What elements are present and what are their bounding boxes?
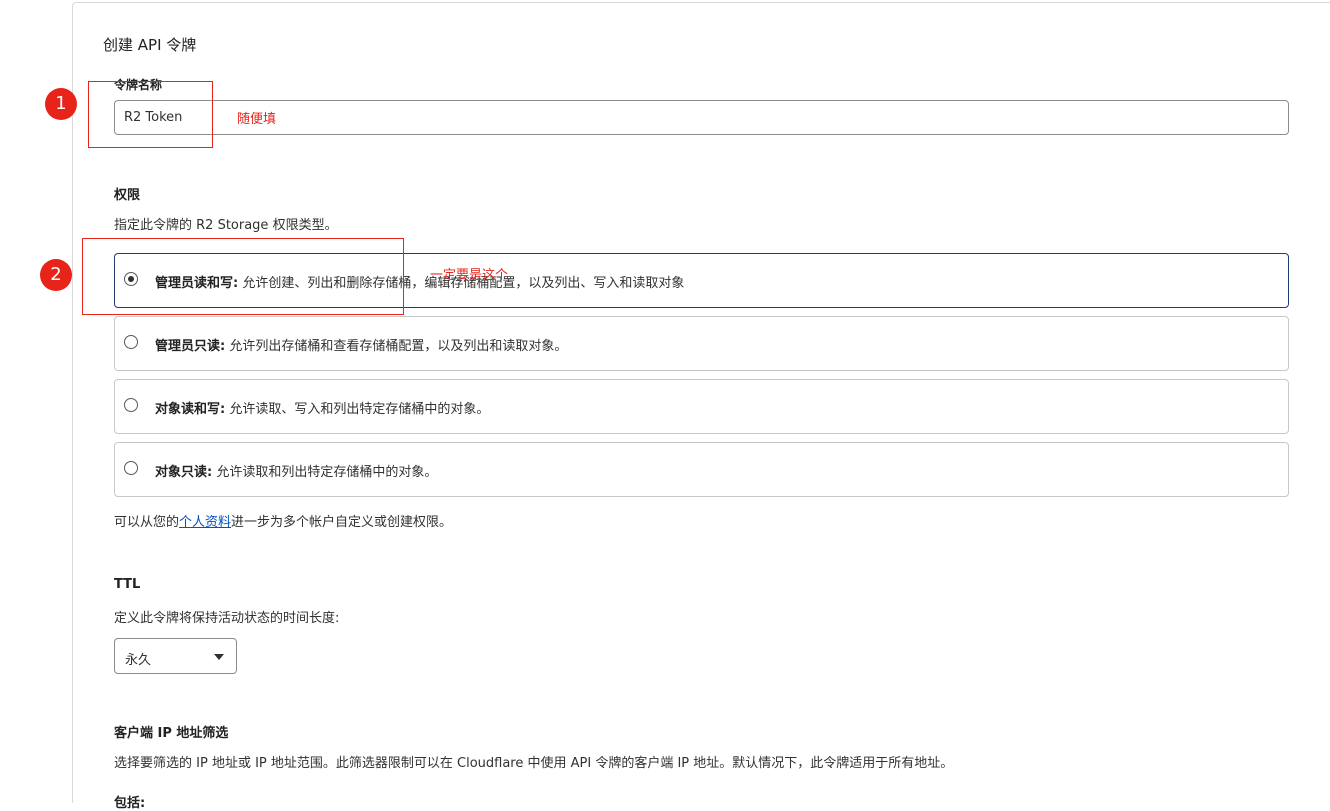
- token-name-input[interactable]: [114, 100, 1289, 135]
- annotation-note-1: 随便填: [237, 112, 277, 127]
- option-text: 对象只读: 允许读取和列出特定存储桶中的对象。: [155, 465, 438, 480]
- radio-unselected-icon[interactable]: [124, 398, 138, 412]
- annotation-note-2: 一定要是这个: [430, 268, 509, 283]
- profile-link[interactable]: 个人资料: [179, 515, 231, 530]
- caret-down-icon: [214, 654, 224, 660]
- permissions-heading: 权限: [114, 188, 141, 203]
- permission-option-admin-read-only[interactable]: 管理员只读: 允许列出存储桶和查看存储桶配置，以及列出和读取对象。: [114, 316, 1289, 371]
- client-ip-description: 选择要筛选的 IP 地址或 IP 地址范围。此筛选器限制可以在 Cloudfla…: [114, 756, 954, 771]
- ttl-selected-value: 永久: [125, 653, 152, 668]
- token-name-label: 令牌名称: [114, 78, 163, 92]
- annotation-marker-2: 2: [40, 259, 72, 291]
- permission-option-object-read-only[interactable]: 对象只读: 允许读取和列出特定存储桶中的对象。: [114, 442, 1289, 497]
- option-text: 管理员读和写: 允许创建、列出和删除存储桶，编辑存储桶配置，以及列出、写入和读取…: [155, 276, 685, 291]
- annotation-marker-1: 1: [45, 88, 77, 120]
- ttl-select[interactable]: 永久: [114, 638, 237, 674]
- page-title: 创建 API 令牌: [103, 36, 197, 54]
- permissions-description: 指定此令牌的 R2 Storage 权限类型。: [114, 218, 338, 233]
- option-text: 管理员只读: 允许列出存储桶和查看存储桶配置，以及列出和读取对象。: [155, 339, 568, 354]
- permission-option-object-read-write[interactable]: 对象读和写: 允许读取、写入和列出特定存储桶中的对象。: [114, 379, 1289, 434]
- ttl-heading: TTL: [114, 577, 141, 592]
- client-ip-heading: 客户端 IP 地址筛选: [114, 726, 229, 741]
- radio-unselected-icon[interactable]: [124, 461, 138, 475]
- permissions-footer: 可以从您的个人资料进一步为多个帐户自定义或创建权限。: [114, 515, 453, 530]
- client-ip-include-label: 包括:: [114, 796, 146, 811]
- option-text: 对象读和写: 允许读取、写入和列出特定存储桶中的对象。: [155, 402, 490, 417]
- permission-option-admin-read-write[interactable]: 管理员读和写: 允许创建、列出和删除存储桶，编辑存储桶配置，以及列出、写入和读取…: [114, 253, 1289, 308]
- ttl-description: 定义此令牌将保持活动状态的时间长度:: [114, 611, 340, 626]
- radio-unselected-icon[interactable]: [124, 335, 138, 349]
- radio-selected-icon[interactable]: [124, 272, 138, 286]
